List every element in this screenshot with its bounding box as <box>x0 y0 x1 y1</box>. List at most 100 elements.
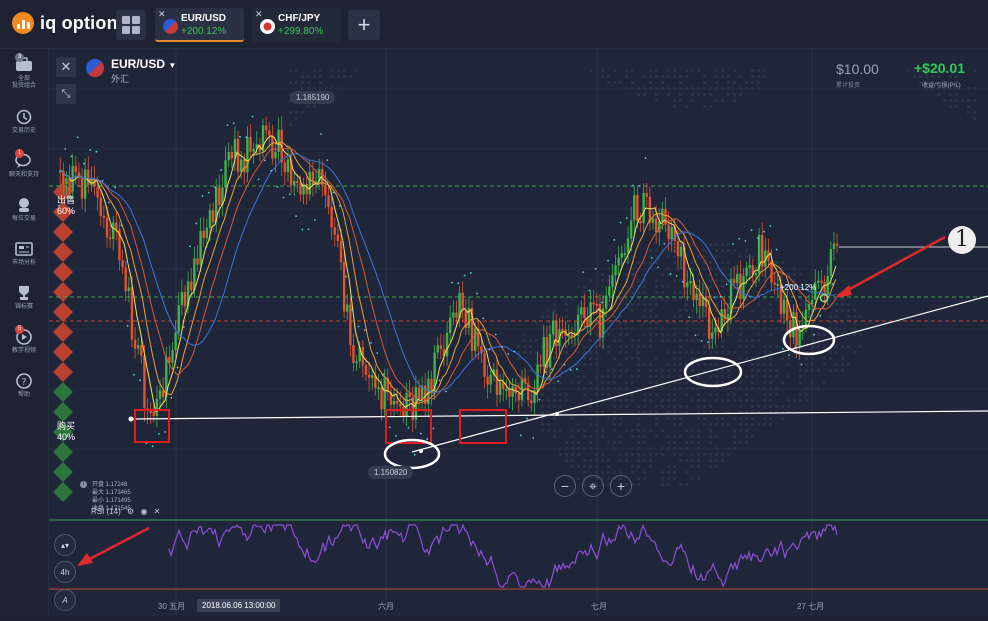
map-dot <box>721 399 724 402</box>
sidebar-item-label: 教学视频 <box>11 348 36 354</box>
map-dot <box>745 393 748 396</box>
candle <box>330 207 333 228</box>
sar-dot <box>488 348 491 351</box>
candle <box>149 410 152 413</box>
sidebar-item-tournaments[interactable]: 锦标赛 <box>0 285 48 311</box>
tab-chf-jpy[interactable]: ✕ CHF/JPY +299.80% <box>252 8 341 42</box>
add-tab-button[interactable]: + <box>348 10 380 40</box>
sidebar-item-help[interactable]: ? 帮助 <box>0 373 48 399</box>
gear-icon[interactable]: ⚙ <box>127 507 134 516</box>
map-dot <box>637 429 640 432</box>
map-dot <box>553 357 556 360</box>
map-dot <box>661 375 664 378</box>
map-dot <box>661 285 664 288</box>
map-dot <box>673 333 676 336</box>
zoom-out-button[interactable]: − <box>554 475 576 497</box>
map-dot <box>721 261 724 264</box>
map-dot <box>691 453 694 456</box>
tab-eur-usd[interactable]: ✕ EUR/USD +200.12% <box>155 8 244 42</box>
candle <box>583 307 586 318</box>
investment-label: 累计投资 <box>836 83 861 89</box>
drawing-tools-button[interactable]: A <box>54 589 76 611</box>
candle <box>65 178 68 184</box>
map-dot <box>643 291 646 294</box>
sidebar-item-videos[interactable]: 5 教学视频 <box>0 325 48 355</box>
candle <box>405 392 408 418</box>
close-icon[interactable]: ✕ <box>154 507 161 516</box>
info-icon[interactable]: i <box>80 481 87 488</box>
map-dot <box>607 477 610 480</box>
candle <box>495 369 499 395</box>
map-dot <box>679 291 682 294</box>
sidebar-item-label: 聊天和支持 <box>8 172 39 178</box>
map-dot <box>703 381 706 384</box>
sar-dot <box>675 275 678 277</box>
map-dot <box>661 483 664 486</box>
sar-dot <box>126 325 129 327</box>
sidebar-item-chat[interactable]: 1 聊天和支持 <box>0 149 48 179</box>
map-dot <box>667 417 670 420</box>
logo[interactable]: iq option <box>12 12 118 34</box>
map-dot <box>643 303 646 306</box>
reset-zoom-button[interactable]: ⌖ <box>582 475 604 497</box>
map-dot <box>685 405 688 408</box>
sidebar-item-history[interactable]: 交易历史 <box>0 109 48 135</box>
map-dot <box>601 75 604 78</box>
map-dot <box>751 339 754 342</box>
close-chart-button[interactable]: ✕ <box>56 57 76 77</box>
chart-area[interactable] <box>49 49 988 616</box>
map-dot <box>637 477 640 480</box>
map-dot <box>709 435 712 438</box>
collapse-icon[interactable]: ⤡ <box>56 84 76 104</box>
map-dot <box>631 69 634 72</box>
asset-name: EUR/USD <box>111 57 166 71</box>
sar-dot <box>688 316 691 319</box>
map-dot <box>637 279 640 282</box>
grid-layout-button[interactable] <box>116 10 146 40</box>
map-dot <box>721 279 724 282</box>
map-dot <box>589 441 592 444</box>
map-dot <box>655 417 658 420</box>
close-tab-icon[interactable]: ✕ <box>255 9 263 20</box>
sar-dot <box>413 453 416 456</box>
map-dot <box>745 417 748 420</box>
map-dot <box>583 363 586 366</box>
eye-icon[interactable]: ◉ <box>140 507 147 516</box>
price-chart[interactable] <box>49 49 988 616</box>
sar-dot <box>625 217 628 220</box>
map-dot <box>649 339 652 342</box>
map-dot <box>643 453 646 456</box>
map-dot <box>715 417 718 420</box>
map-dot <box>607 441 610 444</box>
zoom-in-button[interactable]: + <box>610 475 632 497</box>
map-dot <box>829 357 832 360</box>
sidebar-item-portfolio[interactable]: 3 全部 投资组合 <box>0 53 48 90</box>
map-dot <box>769 381 772 384</box>
map-dot <box>673 255 676 258</box>
map-dot <box>697 435 700 438</box>
candle <box>686 282 689 288</box>
timeframe-button[interactable]: 4h <box>54 561 76 583</box>
map-dot <box>703 309 706 312</box>
map-dot <box>601 339 604 342</box>
close-tab-icon[interactable]: ✕ <box>158 9 166 20</box>
map-dot <box>619 405 622 408</box>
map-dot <box>691 435 694 438</box>
sidebar-item-news[interactable]: 市场分析 <box>0 241 48 267</box>
sar-dot <box>189 245 191 248</box>
max-price-tag: 1.185190 <box>290 91 336 104</box>
map-dot <box>589 357 592 360</box>
map-dot <box>667 69 670 72</box>
map-dot <box>607 333 610 336</box>
map-dot <box>319 81 322 84</box>
map-dot <box>751 369 754 372</box>
asset-selector[interactable]: EUR/USD ▼ <box>111 57 176 71</box>
map-dot <box>523 333 526 336</box>
chart-type-button[interactable]: ▴▾ <box>54 534 76 556</box>
tab-payout: +299.80% <box>278 26 324 37</box>
map-dot <box>973 69 976 72</box>
candle <box>99 197 102 216</box>
sar-dot <box>288 193 291 196</box>
sidebar-item-traders[interactable]: 每位交易 <box>0 197 48 223</box>
map-dot <box>583 375 586 378</box>
